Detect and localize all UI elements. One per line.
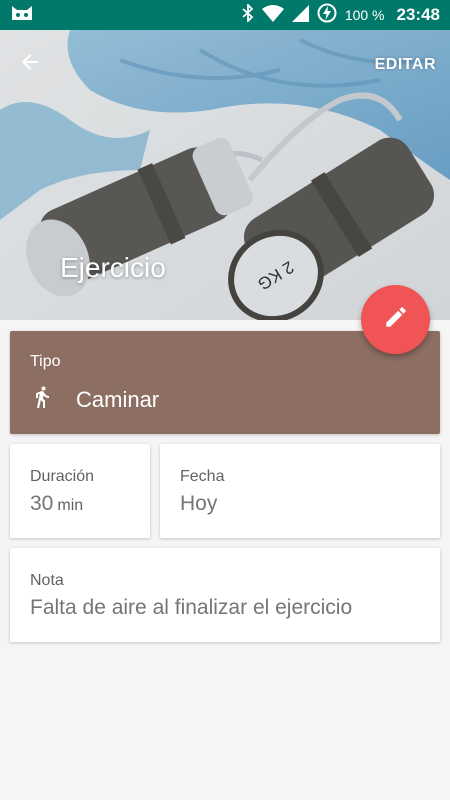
nota-value: Falta de aire al finalizar el ejercicio xyxy=(30,596,353,619)
battery-percent: 100 % xyxy=(344,7,385,23)
back-button[interactable] xyxy=(18,50,54,86)
bluetooth-icon xyxy=(242,2,254,26)
status-bar: 100 % 23:48 xyxy=(0,0,450,30)
page-title: Ejercicio xyxy=(60,252,166,283)
duracion-card[interactable]: Duración 30 min xyxy=(10,444,150,538)
duracion-value-row: 30 min xyxy=(30,492,83,516)
duracion-unit: min xyxy=(57,497,84,514)
nota-label: Nota xyxy=(30,572,64,589)
header-image: 2 KG EDITAR Ejercicio xyxy=(0,30,450,320)
duracion-label: Duración xyxy=(30,468,95,485)
cat-icon xyxy=(10,4,34,27)
battery-charging-icon xyxy=(317,3,337,27)
fecha-label: Fecha xyxy=(180,468,225,485)
signal-icon xyxy=(291,4,309,26)
walk-icon xyxy=(30,384,54,415)
tipo-label: Tipo xyxy=(30,353,61,370)
tipo-value: Caminar xyxy=(76,386,160,412)
nota-card[interactable]: Nota Falta de aire al finalizar el ejerc… xyxy=(10,548,440,642)
edit-button[interactable]: EDITAR xyxy=(375,56,436,74)
fecha-value: Hoy xyxy=(180,492,218,515)
duracion-value: 30 xyxy=(30,492,54,515)
wifi-icon xyxy=(261,4,284,26)
tipo-row: Caminar xyxy=(30,384,159,415)
edit-fab[interactable] xyxy=(361,285,430,354)
pencil-icon xyxy=(383,304,409,335)
fecha-card[interactable]: Fecha Hoy xyxy=(160,444,440,538)
status-time: 23:48 xyxy=(396,5,440,24)
